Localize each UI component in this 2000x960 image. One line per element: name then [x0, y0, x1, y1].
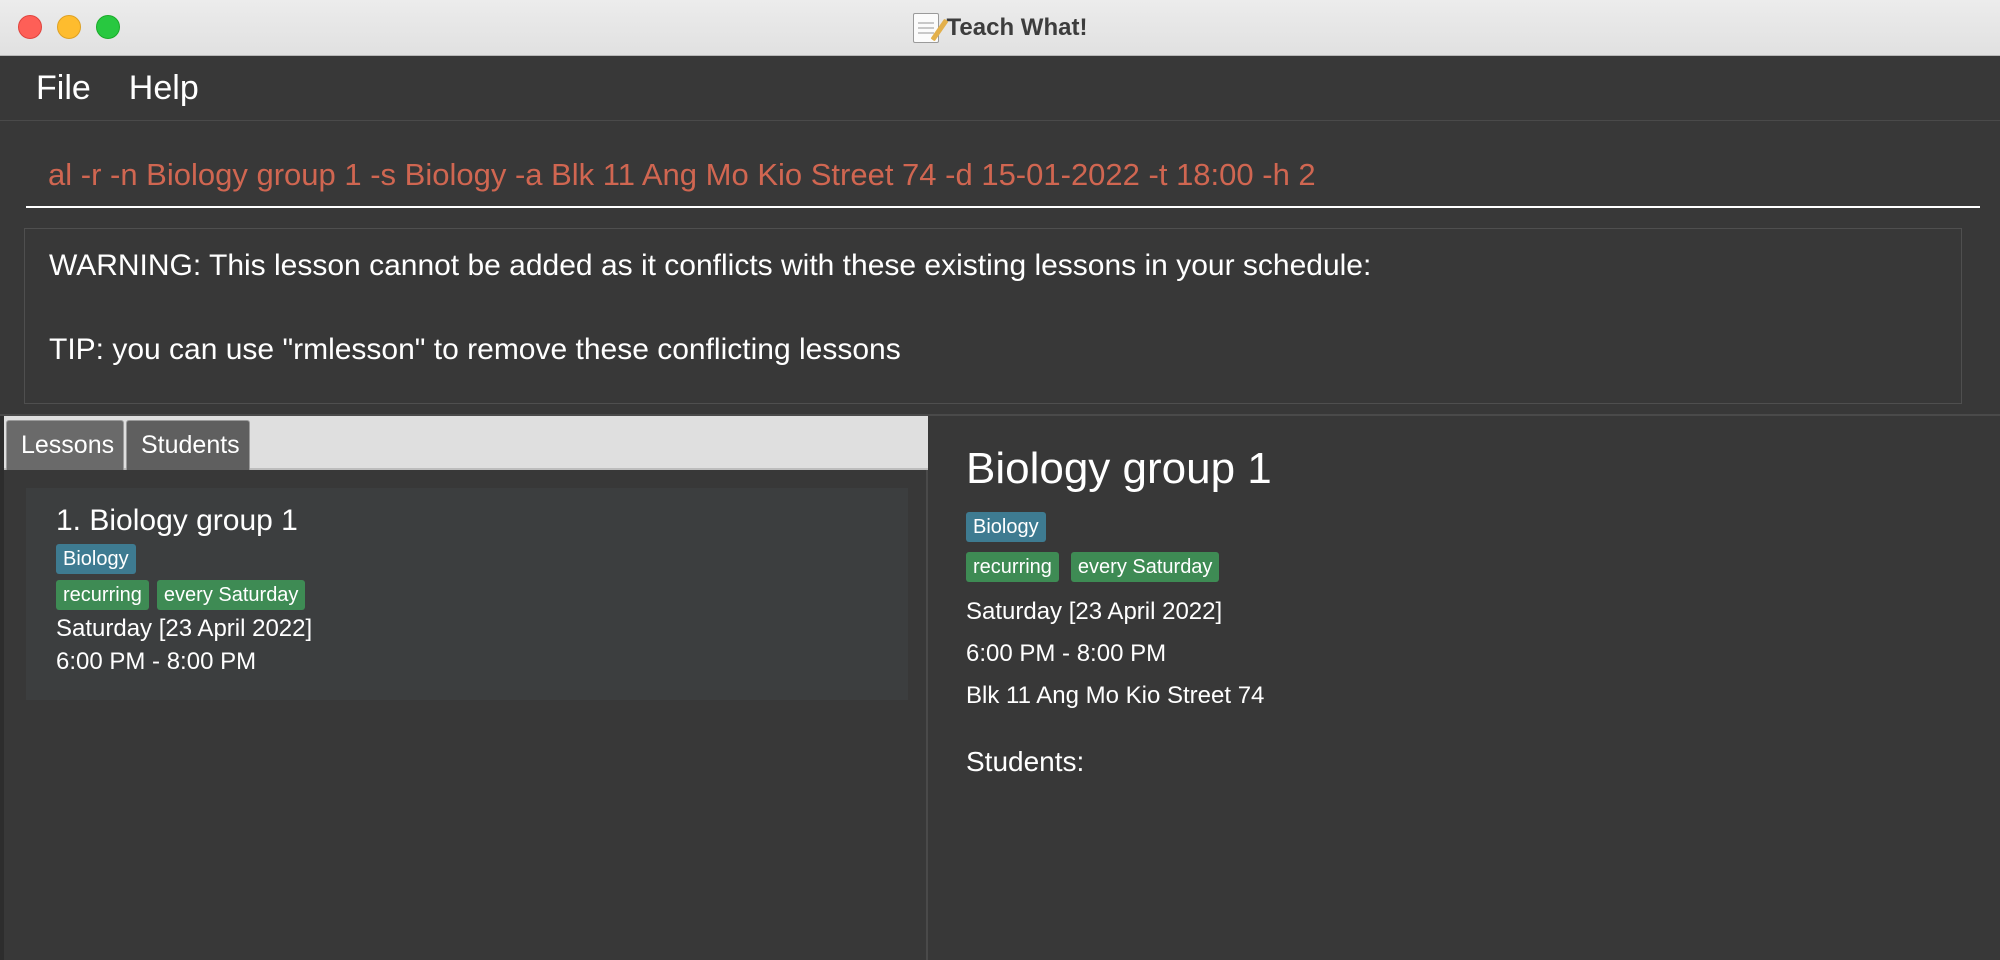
detail-time: 6:00 PM - 8:00 PM — [966, 640, 1167, 667]
frequency-tag: every Saturday — [156, 580, 306, 610]
recurring-tag: recurring — [56, 580, 149, 610]
lesson-tags-row: recurring every Saturday — [56, 580, 878, 612]
result-warning: WARNING: This lesson cannot be added as … — [49, 249, 1372, 282]
tab-header: Lessons Students — [4, 416, 928, 470]
menu-file[interactable]: File — [36, 69, 91, 108]
result-spacer — [49, 287, 1937, 329]
detail-subject-row: Biology — [966, 512, 2000, 542]
detail-address: Blk 11 Ang Mo Kio Street 74 — [966, 682, 1265, 709]
tab-students[interactable]: Students — [126, 420, 250, 470]
app-window: Teach What! File Help al -r -n Biology g… — [0, 0, 2000, 960]
detail-tags-row: recurring every Saturday — [966, 552, 2000, 582]
students-heading: Students: — [966, 746, 1085, 777]
window-title-group: Teach What! — [0, 0, 2000, 56]
subject-tag: Biology — [56, 544, 136, 574]
result-display: WARNING: This lesson cannot be added as … — [24, 228, 1962, 404]
lesson-list-panel: Lessons Students 1. Biology group 1 Biol… — [4, 416, 928, 960]
document-icon — [912, 13, 939, 43]
result-tip: TIP: you can use "rmlesson" to remove th… — [49, 333, 901, 366]
command-box: al -r -n Biology group 1 -s Biology -a B… — [0, 122, 2000, 222]
menu-help[interactable]: Help — [129, 69, 199, 108]
lesson-detail-panel: Biology group 1 Biology recurring every … — [930, 416, 2000, 960]
command-input[interactable]: al -r -n Biology group 1 -s Biology -a B… — [26, 142, 1980, 208]
lesson-date: Saturday [23 April 2022] — [56, 615, 313, 642]
lesson-subject-row: Biology — [56, 544, 878, 576]
lesson-card[interactable]: 1. Biology group 1 Biology recurring eve… — [26, 488, 908, 700]
menu-bar: File Help — [0, 57, 2000, 121]
lesson-time: 6:00 PM - 8:00 PM — [56, 648, 257, 675]
detail-recurring-tag: recurring — [966, 552, 1059, 582]
lesson-card-title: 1. Biology group 1 — [56, 504, 298, 537]
detail-title: Biology group 1 — [966, 444, 1272, 493]
detail-date: Saturday [23 April 2022] — [966, 598, 1223, 625]
window-title: Teach What! — [946, 14, 1088, 41]
detail-frequency-tag: every Saturday — [1070, 552, 1220, 582]
detail-subject-tag: Biology — [966, 512, 1046, 542]
tab-lessons[interactable]: Lessons — [6, 420, 124, 470]
title-bar: Teach What! — [0, 0, 2000, 56]
